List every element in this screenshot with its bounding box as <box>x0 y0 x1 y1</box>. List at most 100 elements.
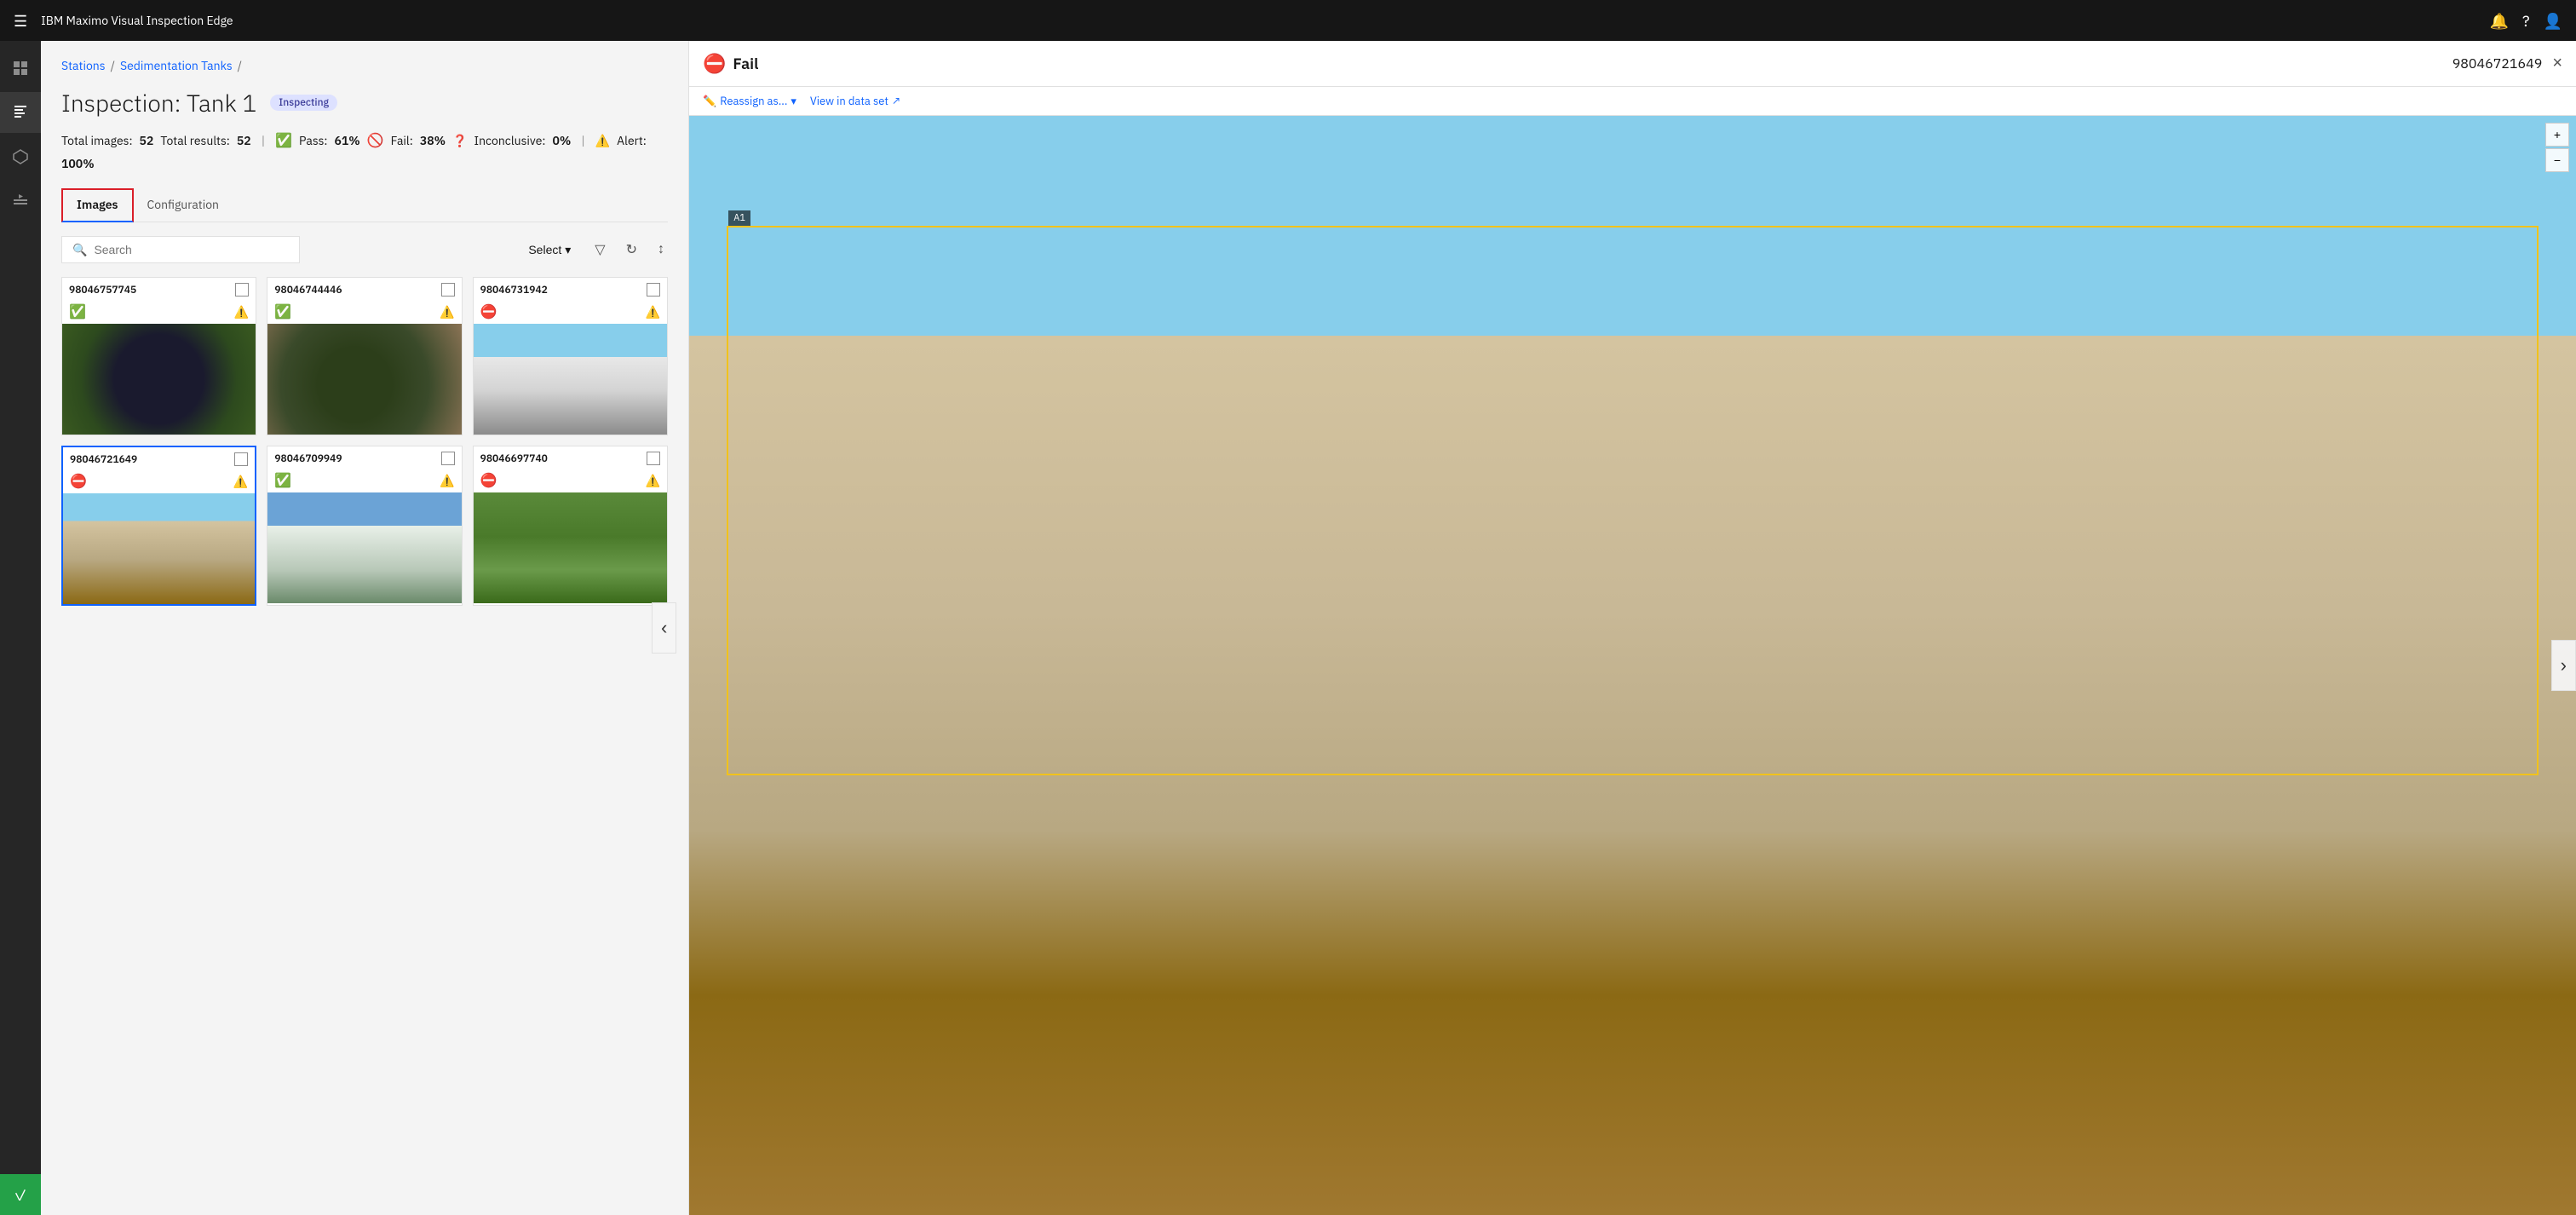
tabs-row: Images Configuration <box>61 188 668 222</box>
close-button[interactable]: × <box>2552 54 2562 73</box>
detail-status-text: Fail <box>733 54 758 73</box>
view-in-dataset-link[interactable]: View in data set ↗ <box>810 94 901 108</box>
fail-status-icon: ⛔ <box>70 473 87 490</box>
breadcrumb-sep-2: / <box>238 58 242 73</box>
card-checkbox[interactable] <box>647 452 660 465</box>
total-results-value: 52 <box>237 133 251 148</box>
zoom-out-button[interactable]: − <box>2545 148 2569 172</box>
breadcrumb-sep-1: / <box>111 58 115 73</box>
sep-1: | <box>262 133 265 148</box>
help-icon[interactable]: ? <box>2522 11 2530 31</box>
detail-actions: ✏️ Reassign as... ▾ View in data set ↗ <box>689 87 2576 116</box>
card-image[interactable] <box>267 492 461 603</box>
annotation-box: A1 <box>727 226 2538 775</box>
card-id: 98046709949 <box>274 452 342 465</box>
image-card[interactable]: 98046709949 ✅ ⚠️ <box>267 446 462 606</box>
card-image[interactable] <box>267 324 461 435</box>
refresh-button[interactable]: ↻ <box>623 238 641 262</box>
alert-icon: ⚠️ <box>595 133 610 148</box>
edit-icon: ✏️ <box>703 94 716 108</box>
tab-configuration[interactable]: Configuration <box>134 188 233 222</box>
card-header: 98046744446 <box>267 278 461 302</box>
card-image[interactable] <box>62 324 256 435</box>
filter-button[interactable]: ▽ <box>591 238 608 262</box>
alert-status-icon: ⚠️ <box>646 473 660 488</box>
notifications-icon[interactable]: 🔔 <box>2490 11 2509 31</box>
total-images-value: 52 <box>140 133 154 148</box>
card-checkbox[interactable] <box>441 283 455 297</box>
image-card[interactable]: 98046744446 ✅ ⚠️ <box>267 277 462 435</box>
content-area: Stations / Sedimentation Tanks / Inspect… <box>41 41 2576 1215</box>
alert-status-icon: ⚠️ <box>233 474 248 489</box>
card-header: 98046757745 <box>62 278 256 302</box>
card-header: 98046731942 <box>474 278 667 302</box>
card-header: 98046697740 <box>474 446 667 470</box>
sep-2: | <box>581 133 584 148</box>
inconclusive-value: 0% <box>552 133 571 148</box>
tab-images[interactable]: Images <box>61 188 134 222</box>
pass-value: 61% <box>335 133 360 148</box>
detail-id-close: 98046721649 × <box>2452 54 2562 73</box>
sidebar-item-dashboard[interactable] <box>0 48 41 89</box>
card-icons: ✅ ⚠️ <box>267 472 461 492</box>
search-icon: 🔍 <box>72 242 87 257</box>
breadcrumb: Stations / Sedimentation Tanks / <box>61 58 668 73</box>
detail-main-image: A1 <box>689 116 2576 1215</box>
sidebar-status-indicator[interactable]: ✓ <box>0 1174 41 1215</box>
image-card[interactable]: 98046697740 ⛔ ⚠️ <box>473 446 668 606</box>
topnav-icons: 🔔 ? 👤 <box>2490 11 2562 31</box>
fail-label: Fail: <box>391 133 413 148</box>
search-wrapper[interactable]: 🔍 <box>61 236 300 263</box>
card-header: 98046709949 <box>267 446 461 470</box>
nav-prev-button[interactable]: ‹ <box>652 602 676 654</box>
card-image[interactable] <box>474 492 667 603</box>
card-image[interactable] <box>474 324 667 435</box>
card-checkbox[interactable] <box>441 452 455 465</box>
total-images-label: Total images: <box>61 133 133 148</box>
status-badge: Inspecting <box>270 95 337 111</box>
fail-status-icon: ⛔ <box>480 303 497 320</box>
sort-button[interactable]: ↕ <box>654 239 668 261</box>
image-card[interactable]: 98046731942 ⛔ ⚠️ <box>473 277 668 435</box>
card-checkbox[interactable] <box>647 283 660 297</box>
zoom-controls: + − <box>2545 123 2569 172</box>
sidebar-item-inspections[interactable] <box>0 92 41 133</box>
app-title: IBM Maximo Visual Inspection Edge <box>41 13 2475 28</box>
search-input[interactable] <box>94 243 289 256</box>
image-card-selected[interactable]: 98046721649 ⛔ ⚠️ <box>61 446 256 606</box>
hamburger-menu[interactable]: ☰ <box>14 11 27 31</box>
fail-value: 38% <box>420 133 446 148</box>
detail-id: 98046721649 <box>2452 55 2543 72</box>
breadcrumb-stations[interactable]: Stations <box>61 58 106 73</box>
reassign-link[interactable]: ✏️ Reassign as... ▾ <box>703 94 796 108</box>
sidebar-item-deploy[interactable] <box>0 181 41 222</box>
nav-next-button[interactable]: › <box>2551 640 2576 691</box>
chevron-down-icon: ▾ <box>565 243 571 257</box>
page-title: Inspection: Tank 1 <box>61 87 256 118</box>
breadcrumb-sedimentation-tanks[interactable]: Sedimentation Tanks <box>120 58 233 73</box>
inconclusive-label: Inconclusive: <box>474 133 546 148</box>
sidebar-item-models[interactable] <box>0 136 41 177</box>
pass-icon: ✅ <box>275 132 292 149</box>
card-icons: ⛔ ⚠️ <box>474 303 667 324</box>
card-checkbox[interactable] <box>235 283 249 297</box>
select-button[interactable]: Select ▾ <box>521 238 578 262</box>
card-image[interactable] <box>63 493 255 604</box>
detail-image-area: A1 + − › <box>689 116 2576 1215</box>
card-icons: ✅ ⚠️ <box>62 303 256 324</box>
detail-fail-icon: ⛔ <box>703 51 726 76</box>
alert-label: Alert: <box>617 133 647 148</box>
left-panel: Stations / Sedimentation Tanks / Inspect… <box>41 41 688 1215</box>
layout: ✓ Stations / Sedimentation Tanks / Inspe… <box>0 41 2576 1215</box>
card-icons: ⛔ ⚠️ <box>474 472 667 492</box>
stats-row: Total images: 52 Total results: 52 | ✅ P… <box>61 132 668 171</box>
card-id: 98046744446 <box>274 284 342 297</box>
user-icon[interactable]: 👤 <box>2544 11 2562 31</box>
zoom-in-button[interactable]: + <box>2545 123 2569 147</box>
annotation-label: A1 <box>728 210 750 226</box>
card-id: 98046721649 <box>70 453 137 466</box>
image-card[interactable]: 98046757745 ✅ ⚠️ <box>61 277 256 435</box>
page-header: Inspection: Tank 1 Inspecting <box>61 87 668 118</box>
card-checkbox[interactable] <box>234 452 248 466</box>
fail-status-icon: ⛔ <box>480 472 497 489</box>
